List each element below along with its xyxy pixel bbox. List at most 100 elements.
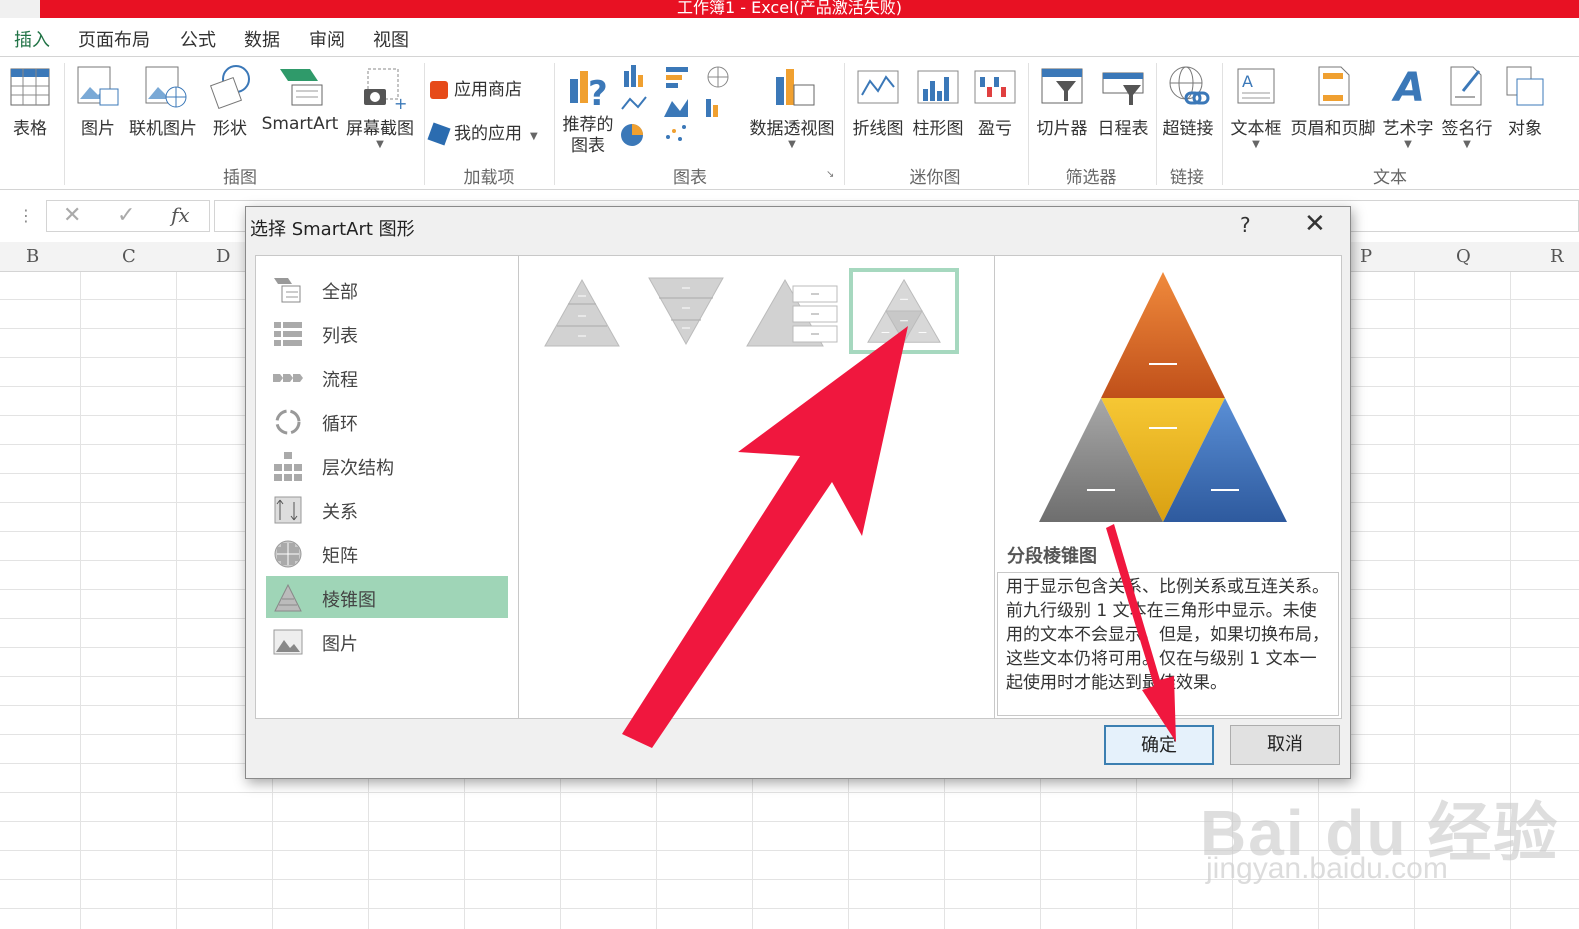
my-apps-icon	[427, 122, 451, 146]
dialog-title: 选择 SmartArt 图形	[250, 219, 415, 240]
gallery-basic-pyramid[interactable]	[533, 270, 631, 350]
category-label: 全部	[322, 282, 358, 303]
gallery-segmented-pyramid[interactable]	[849, 268, 959, 354]
table-button[interactable]: 表格	[8, 63, 52, 139]
signature-label: 签名行	[1441, 119, 1493, 139]
tab-data[interactable]: 数据	[244, 26, 280, 52]
app-store-button[interactable]: 应用商店	[430, 75, 522, 100]
tab-formulas[interactable]: 公式	[180, 26, 216, 52]
col-header-b[interactable]: B	[26, 246, 39, 267]
window-title: 工作簿1 - Excel(产品激活失败)	[677, 0, 902, 17]
textbox-icon: A	[1237, 68, 1275, 104]
segmented-pyramid-preview	[1039, 272, 1287, 522]
object-button[interactable]: 对象	[1500, 63, 1550, 139]
category-list-item[interactable]: 列表	[266, 312, 508, 354]
enter-formula-icon[interactable]: ✓	[117, 203, 135, 228]
ribbon: 表格 图片 联机图片 形状 SmartArt + 屏幕截图 ▼ 插图 应用商店 …	[0, 56, 1579, 190]
category-pyramid[interactable]: 棱锥图	[266, 576, 508, 618]
column-sparkline-label: 柱形图	[912, 119, 964, 139]
category-matrix[interactable]: 矩阵	[266, 532, 508, 574]
category-label: 关系	[322, 502, 358, 523]
column-sparkline-icon	[917, 70, 959, 104]
col-header-q[interactable]: Q	[1456, 246, 1471, 267]
hyperlink-icon	[1169, 66, 1210, 105]
matrix-icon	[274, 540, 302, 568]
object-icon	[1506, 66, 1544, 106]
cancel-formula-icon[interactable]: ✕	[63, 203, 81, 228]
header-footer-button[interactable]: 页眉和页脚	[1286, 63, 1380, 139]
svg-text:+: +	[394, 94, 407, 109]
gallery-pyramid-list[interactable]	[745, 270, 843, 350]
screenshot-label: 屏幕截图	[346, 119, 414, 139]
all-icon	[274, 278, 301, 303]
group-illustrations: 插图	[223, 168, 257, 188]
winloss-sparkline-label: 盈亏	[978, 119, 1012, 139]
group-links: 链接	[1170, 168, 1204, 188]
help-button[interactable]: ?	[1240, 213, 1251, 237]
shapes-button[interactable]: 形状	[206, 63, 254, 139]
category-label: 流程	[322, 370, 358, 391]
cancel-button[interactable]: 取消	[1230, 725, 1340, 765]
winloss-sparkline-button[interactable]: 盈亏	[970, 63, 1020, 139]
picture-button[interactable]: 图片	[76, 63, 120, 139]
chart-type-icons[interactable]	[620, 63, 750, 153]
ok-button[interactable]: 确定	[1104, 725, 1214, 765]
object-label: 对象	[1508, 119, 1542, 139]
category-cycle[interactable]: 循环	[266, 400, 508, 442]
smartart-label: SmartArt	[261, 114, 339, 134]
picture-category-icon	[273, 629, 303, 655]
tab-insert[interactable]: 插入	[14, 26, 50, 52]
wordart-label: 艺术字	[1382, 119, 1434, 139]
hyperlink-button[interactable]: 超链接	[1158, 63, 1218, 139]
preview-pane: 分段棱锥图 用于显示包含关系、比例关系或互连关系。前九行级别 1 文本在三角形中…	[994, 255, 1342, 719]
slicer-button[interactable]: 切片器	[1032, 63, 1092, 139]
tab-review[interactable]: 审阅	[309, 26, 345, 52]
app-store-label: 应用商店	[454, 80, 522, 100]
fx-icon[interactable]: fx	[171, 203, 190, 227]
timeline-icon	[1102, 72, 1144, 105]
group-charts: 图表	[673, 168, 707, 188]
online-picture-button[interactable]: 联机图片	[126, 63, 200, 139]
category-label: 层次结构	[322, 458, 394, 479]
pivot-chart-button[interactable]: 数据透视图 ▼	[746, 63, 838, 150]
gallery-inverted-pyramid[interactable]	[637, 270, 735, 350]
tab-page-layout[interactable]: 页面布局	[78, 26, 150, 52]
col-header-c[interactable]: C	[122, 246, 136, 267]
timeline-label: 日程表	[1097, 119, 1149, 139]
group-text: 文本	[1373, 168, 1407, 188]
dialog-launcher-icon[interactable]: ↘	[826, 169, 834, 180]
col-header-r[interactable]: R	[1550, 246, 1564, 267]
tab-view[interactable]: 视图	[373, 26, 409, 52]
header-footer-label: 页眉和页脚	[1290, 119, 1376, 139]
category-label: 列表	[322, 326, 358, 347]
store-icon	[430, 81, 448, 99]
smartart-button[interactable]: SmartArt	[260, 63, 340, 134]
smartart-dialog: 选择 SmartArt 图形 ? ✕ 全部 列表 流程 循环 层次结构 关系 矩…	[245, 206, 1351, 779]
line-sparkline-button[interactable]: 折线图	[848, 63, 908, 139]
close-button[interactable]: ✕	[1304, 209, 1326, 239]
col-header-d[interactable]: D	[216, 246, 230, 267]
svg-text:A: A	[1242, 72, 1253, 91]
recommended-charts-icon: ?	[570, 71, 608, 114]
my-apps-button[interactable]: 我的应用 ▼	[427, 119, 538, 146]
category-relationship[interactable]: 关系	[266, 488, 508, 530]
screenshot-button[interactable]: + 屏幕截图 ▼	[342, 63, 418, 150]
category-process[interactable]: 流程	[266, 356, 508, 398]
signature-button[interactable]: 签名行 ▼	[1438, 63, 1496, 150]
category-picture[interactable]: 图片	[266, 620, 508, 662]
textbox-button[interactable]: A 文本框 ▼	[1226, 63, 1286, 150]
hyperlink-label: 超链接	[1162, 119, 1214, 139]
recommended-charts-button[interactable]: ? 推荐的 图表	[558, 63, 618, 156]
shapes-icon	[209, 65, 250, 110]
hierarchy-icon	[274, 452, 302, 481]
more-icon[interactable]: ⋮	[18, 206, 34, 225]
relationship-icon	[274, 496, 302, 524]
cycle-icon	[275, 409, 301, 435]
column-sparkline-button[interactable]: 柱形图	[908, 63, 968, 139]
pivot-chart-label: 数据透视图	[749, 119, 835, 139]
category-hierarchy[interactable]: 层次结构	[266, 444, 508, 486]
category-all[interactable]: 全部	[266, 268, 508, 310]
wordart-button[interactable]: A 艺术字 ▼	[1380, 63, 1436, 150]
col-header-p[interactable]: P	[1360, 246, 1372, 267]
timeline-button[interactable]: 日程表	[1094, 63, 1152, 139]
